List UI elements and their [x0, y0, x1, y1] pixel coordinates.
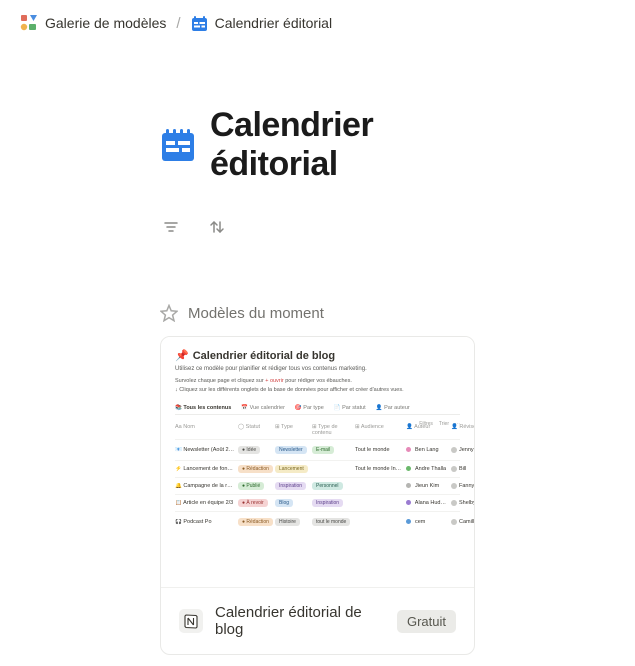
preview-table: Aa Nom◯ Statut⊞ Type⊞ Type de contenu⊞ A… — [175, 421, 460, 532]
preview-column-header: ◯ Statut — [238, 424, 272, 436]
template-card-footer: Calendrier éditorial de blog Gratuit — [161, 587, 474, 654]
template-card-title: Calendrier éditorial de blog — [215, 604, 385, 638]
breadcrumb-root[interactable]: Galerie de modèles — [20, 14, 166, 32]
template-preview: 📌 Calendrier éditorial de blog Utilisez … — [161, 337, 474, 587]
pin-icon: 📌 — [175, 349, 189, 362]
table-row: 🔔 Campagne de la rentrée● PubliéInspirat… — [175, 477, 460, 494]
preview-tabs: 📚 Tous les contenus 📅 Vue calendrier 🎯 Par… — [175, 405, 460, 415]
section-heading: Modèles du moment — [188, 305, 324, 322]
section-header: Modèles du moment — [160, 304, 475, 322]
page-content: Calendrier éditorial Modèles du moment — [0, 106, 635, 655]
table-row: 📋 Article en équipe 2/3● À revoirBlogIns… — [175, 494, 460, 511]
breadcrumb-root-label: Galerie de modèles — [45, 15, 166, 31]
sort-button[interactable] — [208, 218, 226, 236]
preview-tab: 📄 Par statut — [334, 405, 366, 411]
preview-tab: 📅 Vue calendrier — [241, 405, 285, 411]
table-row: 📧 Newsletter (Août 2022)● IdéeNewsletter… — [175, 439, 460, 460]
preview-column-header: ⊞ Type de contenu — [312, 424, 352, 436]
preview-column-header: ⊞ Audience — [355, 424, 403, 436]
preview-tab: 👤 Par auteur — [376, 405, 410, 411]
filter-button[interactable] — [162, 218, 180, 236]
calendar-icon — [191, 15, 208, 32]
preview-tab: 📚 Tous les contenus — [175, 405, 231, 411]
view-toolbar — [160, 214, 475, 240]
breadcrumb-separator: / — [176, 15, 180, 32]
preview-title-text: Calendrier éditorial de blog — [193, 350, 335, 362]
table-row: ⚡ Lancement de fonctionnalité● Rédaction… — [175, 460, 460, 477]
preview-column-header: Aa Nom — [175, 424, 235, 436]
breadcrumb: Galerie de modèles / Calendrier éditoria… — [0, 0, 635, 46]
price-badge: Gratuit — [397, 610, 456, 633]
page-title-icon — [160, 127, 196, 163]
notion-icon — [179, 609, 203, 633]
breadcrumb-current[interactable]: Calendrier éditorial — [191, 15, 333, 32]
preview-column-header: ⊞ Type — [275, 424, 309, 436]
preview-tab: 🎯 Par type — [295, 405, 324, 411]
template-card[interactable]: 📌 Calendrier éditorial de blog Utilisez … — [160, 336, 475, 655]
preview-subtitle: Utilisez ce modèle pour planifier et réd… — [175, 366, 460, 372]
preview-title: 📌 Calendrier éditorial de blog — [175, 349, 460, 362]
preview-toolbar-right: FiltresTrier⋯ — [419, 421, 460, 427]
table-row: 🎧 Podcast Po● RédactionHistoiretout le m… — [175, 511, 460, 532]
breadcrumb-current-label: Calendrier éditorial — [215, 15, 333, 31]
gallery-icon — [20, 14, 38, 32]
star-icon — [160, 304, 178, 322]
page-title: Calendrier éditorial — [210, 106, 475, 184]
preview-note: Survolez chaque page et cliquez sur + ou… — [175, 377, 460, 395]
page-title-row: Calendrier éditorial — [160, 106, 475, 184]
